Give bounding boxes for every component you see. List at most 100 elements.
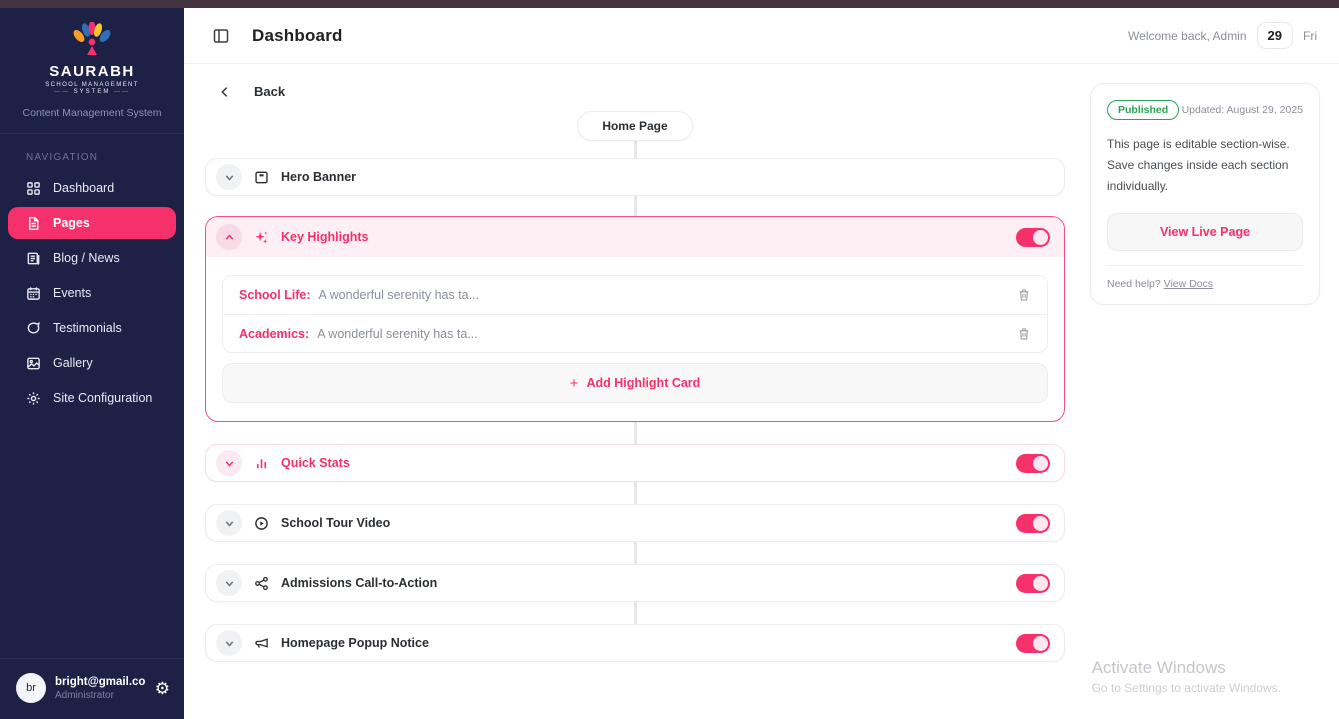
delete-card-button[interactable]: [1017, 288, 1031, 302]
user-role: Administrator: [55, 690, 146, 701]
add-highlight-card-label: Add Highlight Card: [586, 376, 700, 390]
window-top-strip: [0, 0, 1339, 8]
share-icon: [254, 576, 269, 591]
plus-icon: +: [570, 376, 579, 391]
section-row-school-tour-video[interactable]: School Tour Video: [205, 504, 1065, 542]
section-card-key-highlights: Key Highlights School Life: A wonderful …: [205, 216, 1065, 422]
section-toggle-switch[interactable]: [1016, 574, 1050, 593]
view-live-page-button[interactable]: View Live Page: [1107, 213, 1303, 251]
section-label: Admissions Call-to-Action: [281, 576, 437, 590]
section-row-admissions-cta[interactable]: Admissions Call-to-Action: [205, 564, 1065, 602]
sidebar-item-label: Dashboard: [53, 181, 114, 195]
trash-icon: [1017, 327, 1031, 341]
highlight-card-title: School Life:: [239, 288, 311, 302]
chevron-down-icon[interactable]: [216, 164, 242, 190]
delete-card-button[interactable]: [1017, 327, 1031, 341]
sidebar-nav: Dashboard Pages Blog / News: [0, 169, 184, 417]
section-row-key-highlights[interactable]: Key Highlights: [206, 217, 1064, 257]
events-calendar-icon: [26, 286, 41, 301]
chevron-left-icon[interactable]: [218, 85, 232, 99]
highlight-card-title: Academics:: [239, 327, 309, 341]
chevron-down-icon[interactable]: [216, 450, 242, 476]
sidebar-user: br bright@gmail.co... Administrator ⚙: [0, 658, 184, 719]
watermark-line-1: Activate Windows: [1092, 658, 1281, 678]
chevron-down-icon[interactable]: [216, 510, 242, 536]
sidebar-item-label: Events: [53, 286, 91, 300]
sidebar-item-gallery[interactable]: Gallery: [8, 347, 176, 379]
view-docs-link[interactable]: View Docs: [1164, 278, 1213, 290]
chevron-up-icon[interactable]: [216, 224, 242, 250]
highlight-card-row[interactable]: School Life: A wonderful serenity has ta…: [223, 276, 1047, 314]
user-email: bright@gmail.co...: [55, 676, 146, 688]
highlight-card-preview: A wonderful serenity has ta...: [319, 288, 480, 302]
sidebar-item-label: Testimonials: [53, 321, 122, 335]
cms-tagline: Content Management System: [0, 107, 184, 133]
help-text: Need help?: [1107, 278, 1164, 290]
note-line-2: Save changes inside each section individ…: [1107, 155, 1303, 197]
tree-connector: [634, 542, 637, 564]
page-title: Dashboard: [252, 26, 343, 46]
section-label: Hero Banner: [281, 170, 356, 184]
top-header: Dashboard Welcome back, Admin 29 Fri: [184, 8, 1339, 64]
logo-title: SAURABH: [0, 63, 184, 80]
chevron-down-icon[interactable]: [216, 570, 242, 596]
page-info-panel: Published Updated: August 29, 2025 This …: [1090, 83, 1320, 305]
highlight-card-preview: A wonderful serenity has ta...: [317, 327, 478, 341]
tree-connector: [634, 141, 637, 158]
sections-tree: Home Page Hero Banner: [205, 111, 1065, 662]
logo-subtitle: SCHOOL MANAGEMENT: [0, 82, 184, 88]
day-label: Fri: [1303, 29, 1317, 43]
section-row-homepage-popup-notice[interactable]: Homepage Popup Notice: [205, 624, 1065, 662]
tree-connector: [634, 482, 637, 504]
megaphone-icon: [254, 636, 269, 651]
trash-icon: [1017, 288, 1031, 302]
school-logo-icon: [69, 22, 115, 56]
section-toggle-switch[interactable]: [1016, 228, 1050, 247]
toggle-knob: [1033, 230, 1048, 245]
sidebar-collapse-icon[interactable]: [212, 27, 230, 45]
sidebar-item-testimonials[interactable]: Testimonials: [8, 312, 176, 344]
logo: SAURABH SCHOOL MANAGEMENT SYSTEM: [0, 8, 184, 95]
section-toggle-switch[interactable]: [1016, 454, 1050, 473]
section-row-hero-banner[interactable]: Hero Banner: [205, 158, 1065, 196]
play-video-icon: [254, 516, 269, 531]
testimonials-chat-icon: [26, 321, 41, 336]
back-button[interactable]: Back: [254, 84, 285, 99]
section-label: Homepage Popup Notice: [281, 636, 429, 650]
sidebar-item-pages[interactable]: Pages: [8, 207, 176, 239]
avatar[interactable]: br: [16, 673, 46, 703]
sidebar-item-blog-news[interactable]: Blog / News: [8, 242, 176, 274]
sidebar-item-label: Site Configuration: [53, 391, 152, 405]
key-highlights-body: School Life: A wonderful serenity has ta…: [206, 257, 1064, 421]
sidebar-item-dashboard[interactable]: Dashboard: [8, 172, 176, 204]
add-highlight-card-button[interactable]: + Add Highlight Card: [222, 363, 1048, 403]
sidebar: SAURABH SCHOOL MANAGEMENT SYSTEM Content…: [0, 8, 184, 719]
updated-text: Updated: August 29, 2025: [1182, 104, 1303, 116]
section-row-quick-stats[interactable]: Quick Stats: [205, 444, 1065, 482]
note-line-1: This page is editable section-wise.: [1107, 134, 1303, 155]
user-settings-gear-icon[interactable]: ⚙: [155, 680, 170, 697]
sidebar-item-label: Blog / News: [53, 251, 120, 265]
section-toggle-switch[interactable]: [1016, 514, 1050, 533]
section-label: Key Highlights: [281, 230, 369, 244]
home-page-pill[interactable]: Home Page: [577, 111, 692, 141]
sidebar-item-events[interactable]: Events: [8, 277, 176, 309]
sparkles-icon: [254, 230, 269, 245]
section-label: Quick Stats: [281, 456, 350, 470]
hero-banner-icon: [254, 170, 269, 185]
watermark-line-2: Go to Settings to activate Windows.: [1092, 681, 1281, 695]
gallery-image-icon: [26, 356, 41, 371]
highlight-cards-list: School Life: A wonderful serenity has ta…: [222, 275, 1048, 353]
toggle-knob: [1033, 516, 1048, 531]
sidebar-item-label: Pages: [53, 216, 90, 230]
activate-windows-watermark: Activate Windows Go to Settings to activ…: [1092, 658, 1281, 695]
highlight-card-row[interactable]: Academics: A wonderful serenity has ta..…: [223, 314, 1047, 352]
pages-icon: [26, 216, 41, 231]
sidebar-item-site-configuration[interactable]: Site Configuration: [8, 382, 176, 414]
section-toggle-switch[interactable]: [1016, 634, 1050, 653]
toggle-knob: [1033, 576, 1048, 591]
status-badge: Published: [1107, 100, 1179, 120]
section-label: School Tour Video: [281, 516, 390, 530]
chevron-down-icon[interactable]: [216, 630, 242, 656]
toggle-knob: [1033, 636, 1048, 651]
